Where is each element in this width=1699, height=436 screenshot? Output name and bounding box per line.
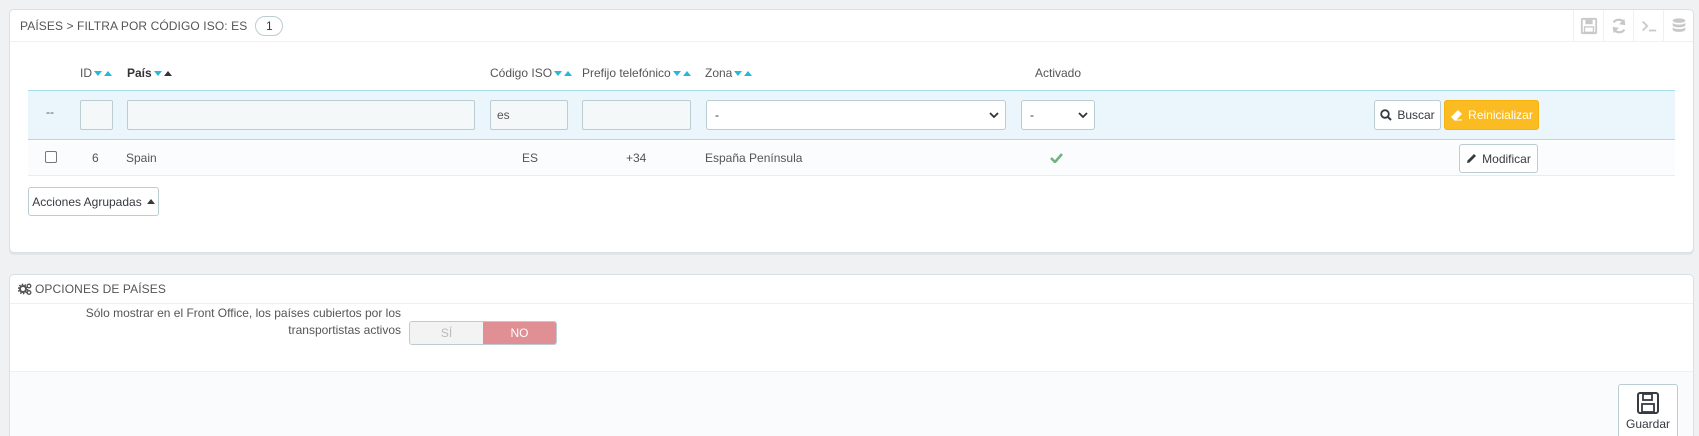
sort-desc-icon[interactable] xyxy=(734,71,743,76)
sort-desc-icon[interactable] xyxy=(153,71,162,76)
col-header-id: ID xyxy=(80,66,112,80)
sort-desc-icon[interactable] xyxy=(672,71,681,76)
switch-no[interactable]: NO xyxy=(483,322,556,344)
panel-heading: PAÍSES > FILTRA POR CÓDIGO ISO: ES 1 xyxy=(10,10,1693,42)
eraser-icon xyxy=(1451,110,1463,121)
search-button-label: Buscar xyxy=(1397,108,1435,122)
col-prefix-label: Prefijo telefónico xyxy=(582,66,671,80)
option-label-wrap: Sólo mostrar en el Front Office, los paí… xyxy=(50,305,401,345)
col-id-label: ID xyxy=(80,66,92,80)
search-button[interactable]: Buscar xyxy=(1374,100,1441,130)
table-row[interactable]: 6 Spain ES +34 España Península Modifica… xyxy=(28,141,1675,176)
sort-asc-icon[interactable] xyxy=(163,70,172,76)
cell-iso: ES xyxy=(522,151,539,165)
col-country-label: País xyxy=(127,66,152,80)
col-header-iso: Código ISO xyxy=(490,66,573,80)
save-label: Guardar xyxy=(1625,417,1671,431)
edit-button[interactable]: Modificar xyxy=(1459,144,1538,173)
options-heading: OPCIONES DE PAÍSES xyxy=(10,275,1693,304)
filter-country-input[interactable] xyxy=(127,100,475,130)
database-icon[interactable] xyxy=(1663,10,1693,42)
filter-zone-value: - xyxy=(715,108,719,122)
countries-panel: PAÍSES > FILTRA POR CÓDIGO ISO: ES 1 ID … xyxy=(9,9,1694,253)
filter-enabled-select[interactable]: - xyxy=(1021,100,1095,130)
cell-id: 6 xyxy=(92,151,99,165)
col-header-prefix: Prefijo telefónico xyxy=(582,66,691,80)
sort-desc-icon[interactable] xyxy=(94,71,102,76)
active-carriers-switch[interactable]: SÍ NO xyxy=(409,321,557,345)
bulk-actions-label: Acciones Agrupadas xyxy=(32,194,142,209)
options-title: OPCIONES DE PAÍSES xyxy=(35,282,166,296)
sort-asc-icon[interactable] xyxy=(744,70,753,76)
col-header-zone: Zona xyxy=(705,66,753,80)
switch-yes[interactable]: SÍ xyxy=(410,322,483,344)
search-icon xyxy=(1380,109,1393,121)
pencil-icon xyxy=(1467,154,1477,163)
option-label: Sólo mostrar en el Front Office, los paí… xyxy=(85,306,401,337)
refresh-icon[interactable] xyxy=(1603,10,1633,42)
check-icon xyxy=(1050,152,1063,166)
save-icon[interactable] xyxy=(1573,10,1603,42)
panel-footer: Guardar xyxy=(10,371,1693,436)
chevron-down-icon xyxy=(989,112,999,119)
sort-desc-icon[interactable] xyxy=(554,71,563,76)
select-all-toggle[interactable]: -- xyxy=(46,105,54,119)
col-header-country: País xyxy=(127,66,172,80)
count-badge: 1 xyxy=(255,15,284,36)
reset-button-label: Reinicializar xyxy=(1468,108,1533,122)
options-panel: OPCIONES DE PAÍSES Sólo mostrar en el Fr… xyxy=(9,274,1694,436)
caret-up-icon xyxy=(146,199,155,204)
col-header-enabled: Activado xyxy=(1035,66,1081,80)
cell-zone: España Península xyxy=(705,151,803,165)
breadcrumb: PAÍSES > FILTRA POR CÓDIGO ISO: ES xyxy=(20,18,248,33)
save-button[interactable]: Guardar xyxy=(1618,384,1678,436)
filter-zone-select[interactable]: - xyxy=(706,100,1006,130)
sort-asc-icon[interactable] xyxy=(104,70,112,76)
filter-iso-input[interactable]: es xyxy=(490,100,568,130)
sort-asc-icon[interactable] xyxy=(564,70,573,76)
row-checkbox[interactable] xyxy=(45,151,57,163)
cogs-icon xyxy=(18,283,32,295)
chevron-down-icon xyxy=(1078,112,1088,119)
heading-tools xyxy=(1573,10,1693,42)
col-enabled-label: Activado xyxy=(1035,66,1082,80)
filter-row: -- es - - Buscar Reinicializar xyxy=(28,90,1675,140)
sort-asc-icon[interactable] xyxy=(682,70,691,76)
filter-enabled-value: - xyxy=(1030,108,1034,122)
save-icon xyxy=(1637,392,1659,414)
cell-prefix: +34 xyxy=(626,151,647,165)
cell-country: Spain xyxy=(126,151,157,165)
edit-button-label: Modificar xyxy=(1482,151,1531,166)
col-iso-label: Código ISO xyxy=(490,66,553,80)
bulk-actions-button[interactable]: Acciones Agrupadas xyxy=(28,187,159,216)
reset-button[interactable]: Reinicializar xyxy=(1444,100,1539,130)
filter-prefix-input[interactable] xyxy=(582,100,691,130)
filter-id-input[interactable] xyxy=(80,100,113,130)
col-zone-label: Zona xyxy=(705,66,733,80)
terminal-icon[interactable] xyxy=(1633,10,1663,42)
